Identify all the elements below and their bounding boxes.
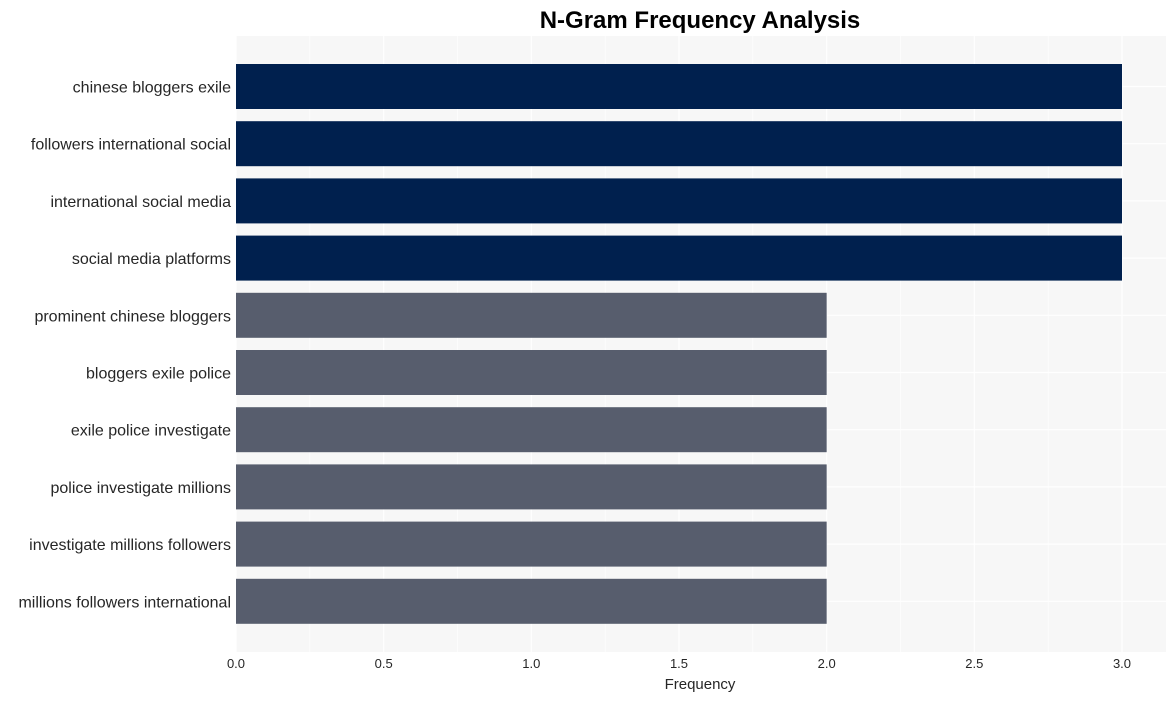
y-tick-label: exile police investigate — [71, 423, 231, 440]
y-tick-label: police investigate millions — [50, 480, 231, 497]
x-tick-label: 2.5 — [965, 656, 983, 671]
y-tick-label: prominent chinese bloggers — [34, 308, 231, 325]
bar-followers-international-social — [236, 121, 1122, 167]
y-tick-label: social media platforms — [72, 251, 231, 268]
bar-international-social-media — [236, 178, 1122, 224]
x-tick-label: 2.0 — [818, 656, 836, 671]
x-tick-label: 0.0 — [227, 656, 245, 671]
bar-prominent-chinese-bloggers — [236, 292, 827, 338]
ngram-bar-chart: chinese bloggers exile followers internat… — [18, 7, 1166, 693]
x-axis-label: Frequency — [665, 676, 736, 693]
x-tick-label: 1.5 — [670, 656, 688, 671]
bar-investigate-millions-followers — [236, 521, 827, 567]
bar-chinese-bloggers-exile — [236, 64, 1122, 109]
bar-bloggers-exile-police — [236, 350, 827, 395]
bar-millions-followers-international — [236, 578, 827, 624]
y-tick-labels: chinese bloggers exile followers internat… — [18, 80, 231, 612]
y-tick-label: investigate millions followers — [29, 537, 231, 554]
y-tick-label: millions followers international — [18, 594, 231, 611]
bar-police-investigate-millions — [236, 464, 827, 510]
y-tick-label: international social media — [50, 194, 231, 211]
bar-social-media-platforms — [236, 235, 1122, 281]
chart-title: N-Gram Frequency Analysis — [540, 7, 861, 34]
x-tick-labels: 0.0 0.5 1.0 1.5 2.0 2.5 3.0 — [227, 656, 1131, 671]
y-tick-label: chinese bloggers exile — [73, 80, 231, 97]
y-tick-label: bloggers exile police — [86, 366, 231, 383]
x-tick-label: 3.0 — [1113, 656, 1131, 671]
x-tick-label: 0.5 — [375, 656, 393, 671]
y-tick-label: followers international social — [31, 137, 231, 154]
bar-exile-police-investigate — [236, 407, 827, 453]
x-tick-label: 1.0 — [522, 656, 540, 671]
